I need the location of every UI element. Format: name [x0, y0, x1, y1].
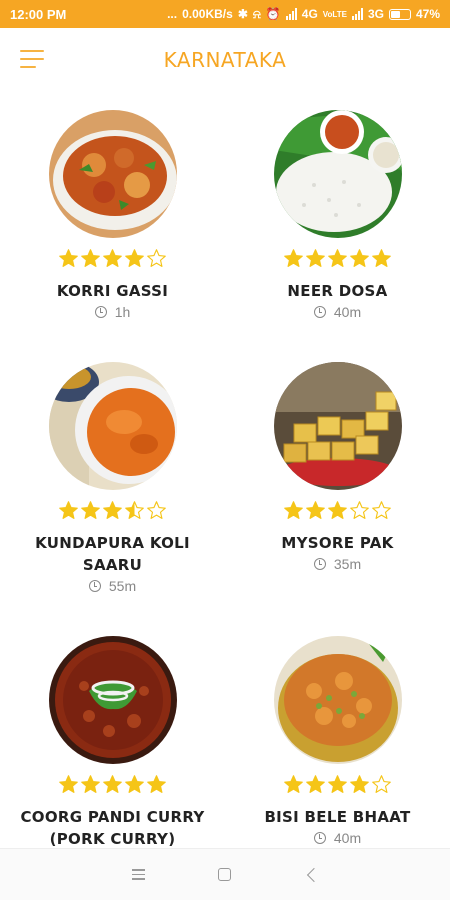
recipe-name: BISI BELE BHAAT [264, 808, 411, 826]
cook-time-value: 40m [333, 830, 362, 846]
recipe-photo[interactable] [48, 110, 177, 238]
star-filled-icon [59, 501, 78, 519]
recents-icon[interactable] [123, 860, 153, 890]
recipe-photo[interactable] [273, 362, 402, 490]
battery-icon [388, 8, 411, 20]
clock-icon [313, 832, 326, 844]
clock-icon [94, 306, 107, 318]
recipe-photo[interactable] [48, 362, 177, 490]
clock-icon [88, 580, 101, 592]
star-filled-icon [59, 775, 78, 793]
star-filled-icon [125, 775, 144, 793]
alarm-icon: ⏰ [265, 7, 281, 21]
home-icon[interactable] [210, 860, 240, 890]
cook-time-value: 55m [108, 578, 137, 594]
rating-stars [0, 774, 225, 800]
system-nav-bar [0, 848, 450, 900]
recipe-photo[interactable] [273, 636, 402, 764]
star-filled-icon [103, 501, 122, 519]
battery-level: 47% [415, 7, 440, 21]
rating-stars [225, 500, 450, 526]
clock-icon [313, 306, 326, 318]
star-filled-icon [372, 249, 391, 267]
recipe-card[interactable]: KORRI GASSI 1h [0, 110, 225, 320]
rating-stars [225, 248, 450, 274]
cook-time-value: 1h [114, 304, 131, 320]
star-filled-icon [284, 249, 303, 267]
recipe-name: COORG PANDI CURRY (PORK CURRY) [20, 808, 205, 848]
cook-time: 40m [225, 830, 450, 846]
star-filled-icon [284, 501, 303, 519]
star-filled-icon [103, 775, 122, 793]
clock-icon [313, 558, 326, 570]
volte-icon: VoLTE [322, 9, 347, 19]
star-filled-icon [306, 249, 325, 267]
page-title: KARNATAKA [163, 48, 287, 72]
star-filled-icon [350, 249, 369, 267]
star-empty-icon [350, 501, 369, 519]
signal-icon-1 [285, 8, 297, 20]
star-half-icon [125, 501, 144, 519]
network-speed: 0.00KB/s [182, 7, 233, 21]
signal-icon-2 [351, 8, 363, 20]
star-filled-icon [103, 249, 122, 267]
recipe-photo[interactable] [48, 636, 177, 764]
app-bar: KARNATAKA [0, 28, 450, 92]
cook-time: 55m [0, 578, 225, 594]
star-empty-icon [372, 775, 391, 793]
star-empty-icon [147, 501, 166, 519]
star-filled-icon [81, 501, 100, 519]
alarm-off-icon: ⍾ [252, 6, 261, 21]
star-empty-icon [147, 249, 166, 267]
network-type-2: 3G [367, 7, 384, 21]
star-filled-icon [350, 775, 369, 793]
star-filled-icon [328, 249, 347, 267]
rating-stars [0, 248, 225, 274]
status-time: 12:00 PM [10, 6, 67, 22]
recipe-card[interactable]: MYSORE PAK 35m [225, 362, 450, 572]
network-type-1: 4G [301, 7, 318, 21]
recipe-card[interactable]: BISI BELE BHAAT 40m [225, 636, 450, 846]
recipe-photo[interactable] [273, 110, 402, 238]
star-filled-icon [125, 249, 144, 267]
cook-time: 1h [0, 304, 225, 320]
cook-time: 40m [225, 304, 450, 320]
back-icon[interactable] [297, 860, 327, 890]
cook-time-value: 40m [333, 304, 362, 320]
star-filled-icon [306, 775, 325, 793]
recipe-card[interactable]: KUNDAPURA KOLI SAARU 55m [0, 362, 225, 594]
rating-stars [225, 774, 450, 800]
star-filled-icon [81, 249, 100, 267]
star-filled-icon [328, 775, 347, 793]
star-filled-icon [59, 249, 78, 267]
star-empty-icon [372, 501, 391, 519]
cook-time: 35m [225, 556, 450, 572]
recipe-name: KORRI GASSI [56, 282, 169, 300]
rating-stars [0, 500, 225, 526]
status-icons: ... 0.00KB/s ✱ ⍾ ⏰ 4G VoLTE 3G 47% [167, 7, 440, 22]
recipe-name: NEER DOSA [287, 282, 388, 300]
star-filled-icon [81, 775, 100, 793]
star-filled-icon [284, 775, 303, 793]
recipe-card[interactable]: COORG PANDI CURRY (PORK CURRY) [0, 636, 225, 850]
recipe-name: KUNDAPURA KOLI SAARU [35, 534, 190, 574]
cook-time-value: 35m [333, 556, 362, 572]
hamburger-menu-icon[interactable] [20, 50, 44, 68]
bluetooth-icon: ✱ [237, 7, 248, 21]
star-filled-icon [306, 501, 325, 519]
recipe-card[interactable]: NEER DOSA 40m [225, 110, 450, 320]
recipe-name: MYSORE PAK [281, 534, 394, 552]
star-filled-icon [328, 501, 347, 519]
star-filled-icon [147, 775, 166, 793]
status-dots: ... [167, 7, 178, 21]
status-bar: 12:00 PM ... 0.00KB/s ✱ ⍾ ⏰ 4G VoLTE 3G … [0, 0, 450, 28]
